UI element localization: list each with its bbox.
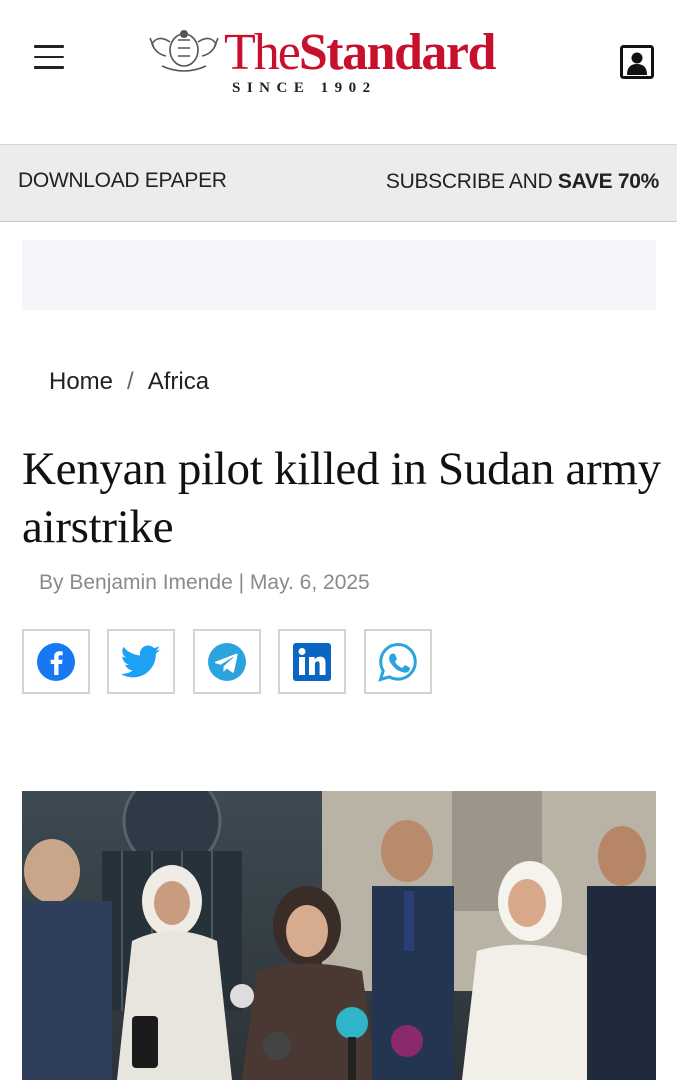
subscribe-link[interactable]: SUBSCRIBE AND SAVE 70%: [386, 170, 659, 194]
facebook-share-button[interactable]: [22, 629, 90, 694]
telegram-share-button[interactable]: [193, 629, 261, 694]
linkedin-icon: [293, 642, 331, 681]
article-headline: Kenyan pilot killed in Sudan army airstr…: [22, 443, 661, 553]
breadcrumb-section[interactable]: Africa: [148, 368, 209, 395]
facebook-icon: [37, 642, 75, 681]
twitter-share-button[interactable]: [107, 629, 175, 694]
download-epaper-link[interactable]: DOWNLOAD EPAPER: [18, 169, 227, 193]
logo-tagline: SINCE 1902: [232, 80, 377, 96]
promo-bar: DOWNLOAD EPAPER SUBSCRIBE AND SAVE 70%: [0, 144, 677, 222]
article-photo: [22, 791, 656, 1080]
breadcrumb-separator: /: [127, 368, 134, 395]
logo-title: TheStandard: [224, 24, 496, 81]
whatsapp-icon: [378, 642, 417, 682]
user-account-icon[interactable]: [620, 45, 654, 79]
site-header: TheStandard SINCE 1902: [0, 0, 677, 144]
article-byline: By Benjamin Imende | May. 6, 2025: [39, 571, 370, 594]
twitter-icon: [121, 645, 161, 677]
breadcrumb: Home / Africa: [49, 368, 209, 396]
breadcrumb-home[interactable]: Home: [49, 368, 113, 395]
ad-placeholder: [22, 240, 656, 310]
hamburger-menu-icon[interactable]: [34, 45, 66, 73]
coat-of-arms-icon: [149, 30, 219, 72]
linkedin-share-button[interactable]: [278, 629, 346, 694]
whatsapp-share-button[interactable]: [364, 629, 432, 694]
telegram-icon: [208, 642, 246, 681]
site-logo[interactable]: TheStandard SINCE 1902: [148, 24, 538, 104]
